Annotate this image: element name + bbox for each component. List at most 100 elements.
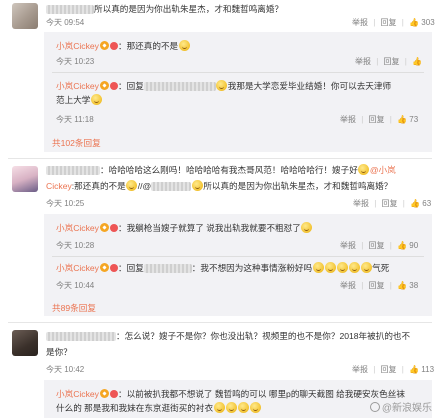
avatar[interactable] [12,166,38,192]
comment-actions: 举报 | 回复 | 👍 113 [352,364,435,376]
reply-text-continued: 范上大学 [56,94,102,106]
reply-text-continued: 什么的 那是我和我妹在东京逛街买的衬衣 [56,402,261,414]
thumbs-up-icon[interactable]: 👍 [409,17,419,29]
thumbs-up-icon[interactable]: 👍 [410,198,420,210]
smile-emoji-icon [191,180,203,191]
reply-link[interactable]: 回复 [381,365,397,374]
reply-text: 小岚Cickey ：回复 ：我不想因为这种事情涨粉好吗 气死 [56,262,390,274]
redacted-username [143,82,216,92]
reply-link[interactable]: 回复 [381,18,397,27]
watermark: @新浪娱乐 [369,399,432,414]
comment-text-continued: Cickey:那还真的不是//@ 所以真的是因为你出轨朱星杰，才和魏哲鸣离婚？ [46,180,393,192]
divider [8,158,432,159]
smile-emoji-icon [360,262,372,273]
timestamp: 今天 10:28 [56,241,95,250]
report-link[interactable]: 举报 [340,241,356,250]
timestamp: 今天 11:18 [56,115,94,124]
smile-emoji-icon [312,262,324,273]
mention-link[interactable]: Cickey [46,181,72,191]
avatar[interactable] [12,330,38,356]
comment-text: 所以真的是因为你出轨朱星杰，才和魏哲鸣离婚？ [46,3,283,15]
vip-badge-icon [99,263,109,272]
thumbs-up-icon[interactable]: 👍 [397,240,407,252]
vip-badge-icon [99,81,109,90]
reply-link[interactable]: 回复 [384,57,400,66]
comment-text-continued: 是你？ [46,347,72,357]
vip-badge-icon [99,41,109,50]
reply-username[interactable]: 小岚Cickey [56,389,99,399]
redacted-username [46,332,116,342]
timestamp: 今天 09:54 [46,18,85,27]
reply-link[interactable]: 回复 [369,115,385,124]
report-link[interactable]: 举报 [340,281,356,290]
like-count: 90 [409,241,419,251]
like-count: 73 [409,115,419,125]
reply-actions: 举报 | 回复 | 👍 90 [340,240,419,252]
reply-text: 小岚Cickey ：那还真的不是 [56,40,190,52]
reply-username[interactable]: 小岚Cickey [56,263,99,273]
smile-emoji-icon [336,262,348,273]
reply-text: 小岚Cickey ：回复 我那是大学恋爱毕业结婚！你可以去天津师 [56,80,392,92]
heart-badge-icon [109,390,118,398]
redacted-username [143,264,192,274]
smile-emoji-icon [249,402,261,413]
reply-username[interactable]: 小岚Cickey [56,81,99,91]
thumbs-up-icon[interactable]: 👍 [409,364,419,376]
smile-emoji-icon [225,402,237,413]
comment-text: ：哈哈哈哈这么刚吗！哈哈哈哈有我杰哥风范！哈哈哈哈行！嫂子好 @小岚 [46,164,396,176]
reply-username[interactable]: 小岚Cickey [56,41,99,51]
divider [8,322,432,323]
report-link[interactable]: 举报 [340,115,356,124]
reply-text: 小岚Cickey ：以前被扒我都不想说了 魏哲鸣的可以 哪里p的聊天截图 给我硬安… [56,389,405,399]
like-count: 303 [421,18,435,28]
like-count: 63 [422,199,432,209]
smile-emoji-icon [178,40,190,51]
reply-actions: 举报 | 回复 | 👍 [355,56,423,68]
comment-text: ：怎么说？嫂子不是你？你也没出轨？视频里的也不是你？2018年被扒的也不 [46,330,410,342]
divider [52,72,424,73]
smile-emoji-icon [90,94,102,105]
thumbs-up-icon[interactable]: 👍 [397,114,407,126]
timestamp: 今天 10:25 [46,199,85,208]
redacted-username [46,5,94,15]
report-link[interactable]: 举报 [353,199,369,208]
reply-username[interactable]: 小岚Cickey [56,223,99,233]
smile-emoji-icon [126,180,138,191]
smile-emoji-icon [348,262,360,273]
more-replies-link[interactable]: 共102条回复 [52,137,101,149]
weibo-logo-icon [369,402,380,412]
reply-link[interactable]: 回复 [369,241,385,250]
reply-link[interactable]: 回复 [382,199,398,208]
heart-badge-icon [109,82,118,90]
thumbs-up-icon[interactable]: 👍 [412,56,422,68]
reply-text: 小岚Cickey ：我躺枪当嫂子就算了 说我出轨我就要不粗怼了 [56,222,313,234]
avatar[interactable] [12,3,38,29]
smile-emoji-icon [237,402,249,413]
smile-emoji-icon [301,222,313,233]
comment-actions: 举报 | 回复 | 👍 303 [352,17,435,29]
smile-emoji-icon [358,164,370,175]
thumbs-up-icon[interactable]: 👍 [397,280,407,292]
like-count: 38 [409,281,419,291]
report-link[interactable]: 举报 [352,18,368,27]
heart-badge-icon [109,264,118,272]
reply-actions: 举报 | 回复 | 👍 38 [340,280,419,292]
reply-actions: 举报 | 回复 | 👍 73 [340,114,419,126]
report-link[interactable]: 举报 [352,365,368,374]
timestamp: 今天 10:42 [46,365,85,374]
report-link[interactable]: 举报 [355,57,371,66]
mention-link[interactable]: @小岚 [370,165,396,175]
more-replies-link[interactable]: 共89条回复 [52,302,96,314]
smile-emoji-icon [213,402,225,413]
divider [52,256,424,257]
heart-badge-icon [109,42,118,50]
reply-link[interactable]: 回复 [369,281,385,290]
vip-badge-icon [99,389,109,398]
redacted-username [151,182,192,192]
timestamp: 今天 10:23 [56,57,95,66]
redacted-username [46,166,100,176]
vip-badge-icon [99,223,109,232]
timestamp: 今天 10:44 [56,281,95,290]
comment-actions: 举报 | 回复 | 👍 63 [353,198,432,210]
heart-badge-icon [109,224,118,232]
